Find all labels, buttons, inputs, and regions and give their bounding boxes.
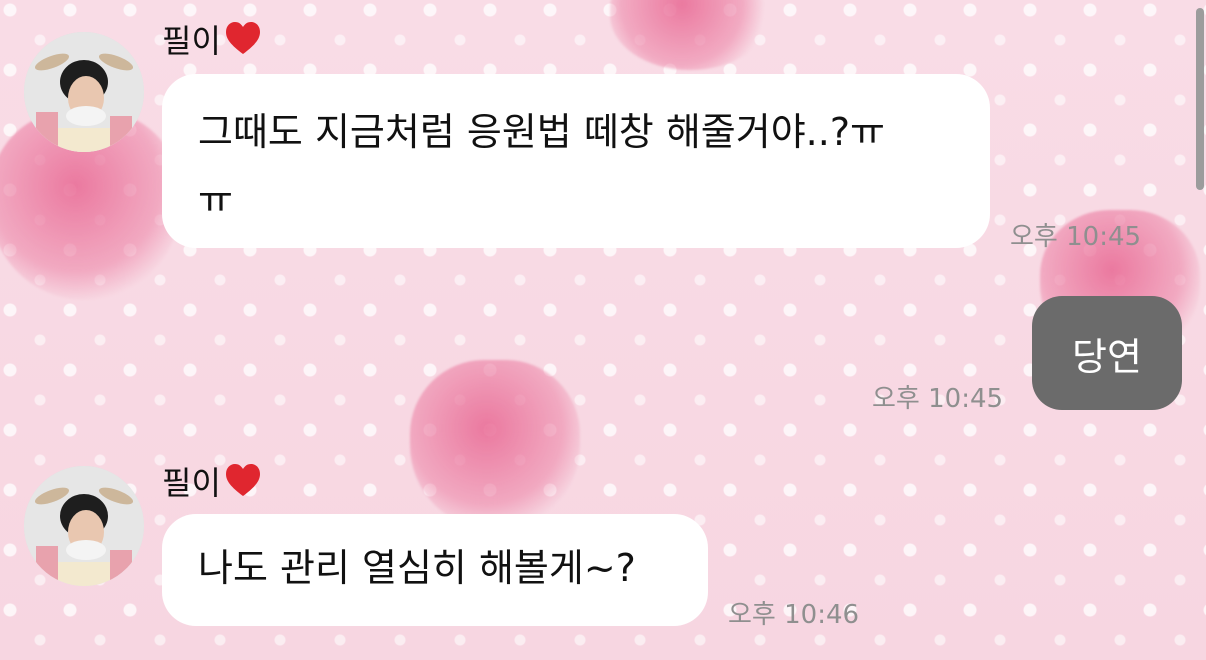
heart-icon [225,464,260,496]
sender-name-label: 필이 [162,464,221,502]
scrollbar[interactable] [1196,8,1204,190]
incoming-message-bubble[interactable]: 나도 관리 열심히 해볼게~? [162,514,708,626]
message-timestamp: 오후 10:46 [728,600,860,630]
profile-avatar[interactable] [24,32,144,152]
message-timestamp: 오후 10:45 [872,384,1004,414]
incoming-message-bubble[interactable]: 그때도 지금처럼 응원법 떼창 해줄거야..?ㅠ ㅠ [162,74,990,248]
message-text: 당연 [1072,334,1142,379]
strawberry-decoration [410,360,580,530]
message-text: 나도 관리 열심히 해볼게~? [198,546,636,590]
message-timestamp: 오후 10:45 [1010,222,1142,252]
message-text-line: ㅠ [198,178,233,222]
profile-avatar[interactable] [24,466,144,586]
message-text-line: 그때도 지금처럼 응원법 떼창 해줄거야..?ㅠ [198,110,885,154]
sender-name: 필이 [162,458,263,504]
outgoing-message-bubble[interactable]: 당연 [1032,296,1182,410]
heart-icon [225,22,260,54]
sender-name-label: 필이 [162,22,221,60]
sender-name: 필이 [162,16,263,62]
